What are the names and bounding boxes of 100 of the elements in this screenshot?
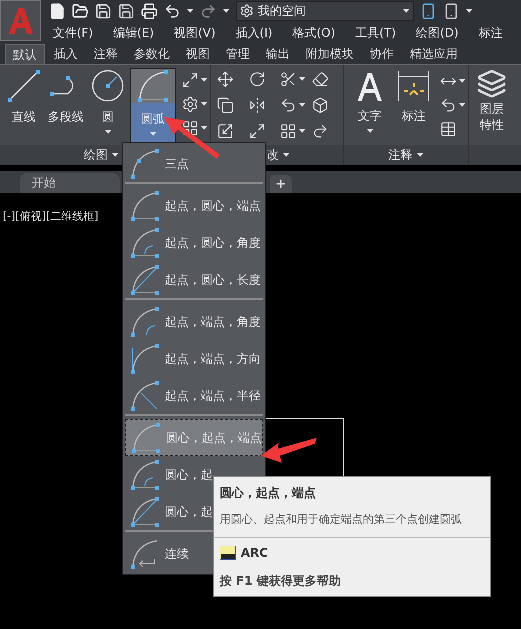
menu-option[interactable]: 起点，端点，角度 (125, 303, 263, 340)
caret-icon (201, 102, 208, 106)
undo-icon[interactable] (164, 2, 181, 20)
eraser-icon[interactable] (312, 70, 328, 88)
arc-icon (129, 494, 161, 528)
new-tab-button[interactable] (270, 175, 292, 193)
menu-option[interactable]: 起点，圆心，角度 (125, 224, 263, 261)
phone-icon[interactable] (420, 2, 437, 20)
scissors-icon[interactable] (280, 70, 297, 88)
dimension-icon (397, 69, 431, 103)
caret-icon (299, 129, 306, 133)
caret-icon (201, 126, 208, 130)
arc-tool-button[interactable]: 圆弧 (130, 68, 176, 144)
menu-option[interactable]: 起点，圆心，长度 (125, 261, 263, 298)
help-hint: 按 F1 键获得更多帮助 (220, 572, 342, 590)
arc-icon (129, 342, 161, 376)
ribbon-tab[interactable]: 参数化 (127, 44, 177, 64)
file-tab[interactable]: 开始 (20, 173, 120, 193)
array-icon[interactable] (280, 122, 297, 140)
ribbon-tab[interactable]: 协作 (363, 44, 401, 64)
table-icon[interactable] (440, 120, 457, 138)
stretch-icon[interactable] (217, 122, 234, 140)
panel-title[interactable]: 绘图 (84, 146, 108, 164)
caret-icon (223, 9, 230, 13)
tooltip-title: 圆心，起点，端点 (220, 485, 317, 502)
copy-icon[interactable] (217, 96, 234, 114)
new-file-icon[interactable] (49, 2, 66, 20)
arc-icon (129, 146, 161, 180)
arc-icon (129, 262, 161, 296)
cube-icon[interactable] (312, 96, 328, 114)
caret-icon (187, 9, 194, 13)
arc-icon (135, 68, 171, 104)
command-name: ARC (241, 544, 268, 562)
workspace-label: 我的空间 (258, 3, 307, 20)
save-as-icon[interactable] (118, 2, 135, 20)
caret-icon (299, 77, 306, 81)
menu-item[interactable]: 编辑(E) (113, 24, 154, 42)
menu-option[interactable]: 起点，端点，半径 (125, 377, 263, 414)
menu-option[interactable]: 三点 (125, 145, 263, 182)
caret-icon (416, 153, 424, 157)
caret-icon (150, 132, 156, 136)
menu-option[interactable]: 起点，圆心，端点 (125, 187, 263, 224)
menu-item[interactable]: 视图(V) (174, 24, 216, 42)
ribbon-tab[interactable]: 视图 (179, 44, 217, 64)
caret-icon (299, 103, 306, 107)
ribbon-tab[interactable]: 附加模块 (299, 44, 361, 64)
caret-icon (403, 9, 410, 13)
ribbon-tab[interactable]: 注释 (87, 44, 125, 64)
draw-tool-button[interactable]: 圆 (88, 68, 128, 145)
caret-icon (104, 130, 112, 134)
arc-icon (129, 304, 161, 338)
arc-icon (129, 188, 161, 222)
mirror-icon[interactable] (248, 96, 266, 114)
menu-option[interactable]: 起点，端点，方向 (125, 340, 263, 377)
command-icon (220, 546, 236, 560)
rotate-icon[interactable] (248, 70, 266, 88)
arc-icon (129, 378, 161, 412)
gear-icon (240, 4, 254, 18)
circle-icon (90, 68, 126, 104)
caret-icon (459, 103, 466, 107)
draw-tool-button[interactable]: 直线 (4, 68, 44, 145)
menu-item[interactable]: 标注 (478, 24, 503, 42)
menu-item[interactable]: 文件(F) (53, 24, 94, 42)
caret-icon (459, 79, 466, 83)
viewport-label[interactable]: [-][俯视][二维线框] (3, 210, 99, 223)
scale-icon[interactable] (248, 122, 266, 140)
print-icon[interactable] (141, 2, 158, 20)
menu-item[interactable]: 绘图(D) (416, 24, 459, 42)
annotation-tool-button[interactable]: 标注 (396, 69, 432, 145)
caret-icon (112, 153, 119, 157)
menu-item[interactable]: 格式(O) (292, 24, 336, 42)
layer-properties-button[interactable]: 图层特性 (475, 69, 509, 145)
menu-item[interactable]: 工具(T) (356, 24, 396, 42)
ribbon-tab[interactable]: 插入 (47, 44, 85, 64)
draw-tool-button[interactable]: 多段线 (46, 68, 86, 145)
open-folder-icon[interactable] (72, 2, 89, 20)
ribbon-tab[interactable]: 精选应用 (403, 44, 465, 64)
tooltip-description: 用圆心、起点和用于确定端点的第三个点创建圆弧 (220, 512, 463, 528)
panel-title[interactable]: 注释 (388, 146, 412, 164)
ribbon-tab[interactable]: 默认 (5, 44, 45, 64)
caret-icon (466, 9, 473, 13)
arc-icon (129, 226, 161, 260)
menu-item[interactable]: 插入(I) (236, 24, 273, 42)
layers-icon (477, 69, 507, 99)
redo-icon[interactable] (200, 2, 217, 20)
ribbon-tab[interactable]: 管理 (219, 44, 257, 64)
move-icon[interactable] (217, 70, 234, 88)
line-icon (6, 68, 42, 104)
ribbon-tab[interactable]: 输出 (259, 44, 297, 64)
panel-title[interactable]: 改 (267, 146, 279, 164)
caret-icon (201, 78, 208, 82)
caret-icon (366, 129, 374, 133)
workspace-dropdown[interactable]: 我的空间 (236, 1, 414, 21)
save-icon[interactable] (95, 2, 112, 20)
arc-icon (130, 420, 162, 454)
annotation-tool-button[interactable]: 文字 (352, 69, 388, 145)
plus-icon (275, 178, 287, 190)
caret-icon (283, 153, 290, 157)
annotation-arrow (164, 117, 220, 159)
arc-icon (129, 458, 161, 492)
